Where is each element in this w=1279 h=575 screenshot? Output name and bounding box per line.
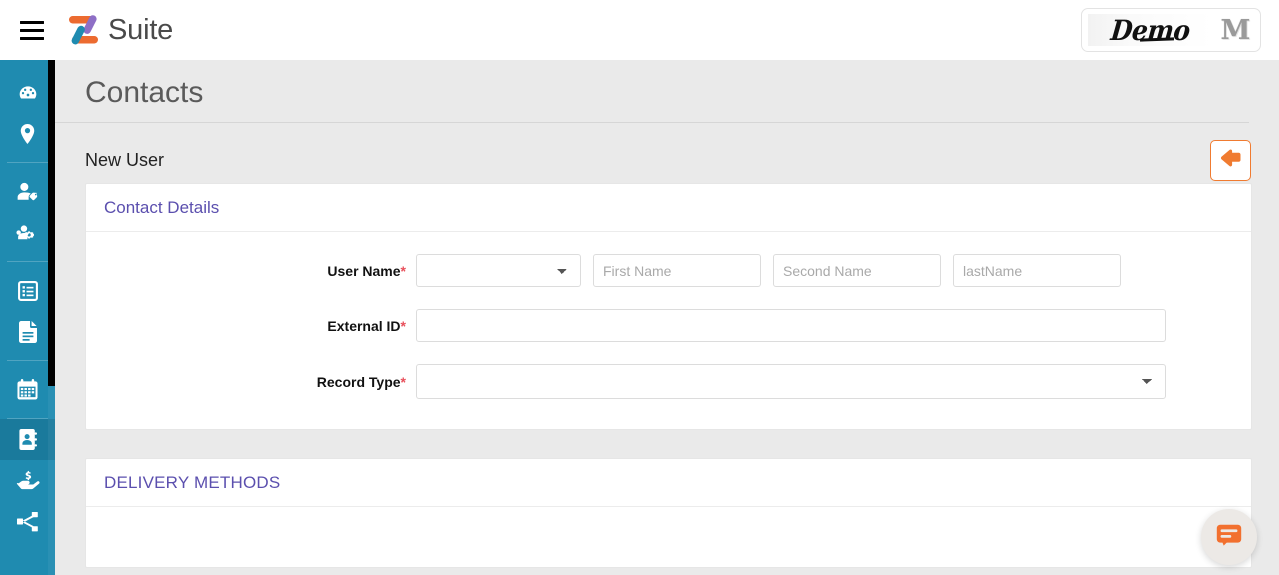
brand-name: Suite [108,13,174,46]
address-book-icon [18,429,37,450]
sidebar-item-documents[interactable] [0,311,55,352]
required-asterisk: * [400,262,406,279]
sidebar-item-dashboard[interactable] [0,72,55,113]
tenant-switcher[interactable]: Demo M [1081,8,1261,52]
record-type-select[interactable] [416,364,1166,399]
sidebar-scrollbar-thumb[interactable] [48,60,55,386]
sidebar-item-billing[interactable] [0,460,55,501]
delivery-methods-heading: DELIVERY METHODS [104,473,281,492]
tenant-logo: Demo [1088,14,1212,46]
file-document-icon [18,320,37,343]
sidebar-item-workflows[interactable] [0,501,55,542]
last-name-input[interactable] [953,254,1121,287]
sidebar-scrollbar[interactable] [48,60,55,575]
contact-details-card-body: User Name* External ID* Record Type* [86,232,1251,429]
z-logo-icon [68,14,102,46]
calendar-icon [17,379,38,400]
page-subtitle: New User [85,149,165,170]
record-type-label: Record Type* [86,374,416,390]
required-asterisk: * [400,373,406,390]
subheader-row: New User [55,123,1279,183]
record-type-row: Record Type* [86,364,1251,399]
delivery-methods-card-body [86,507,1251,567]
contact-details-card-header: Contact Details [86,184,1251,232]
tenant-monogram-icon: M [1216,13,1254,47]
sidebar-item-user-groups[interactable] [0,212,55,253]
delivery-methods-card: DELIVERY METHODS [85,458,1252,568]
first-name-input[interactable] [593,254,761,287]
back-button[interactable] [1210,139,1251,181]
sidebar-item-calendar[interactable] [0,369,55,410]
sidebar-item-lists[interactable] [0,270,55,311]
contact-details-card: Contact Details User Name* External ID* … [85,183,1252,430]
chat-button[interactable] [1201,509,1257,565]
external-id-label: External ID* [86,318,416,334]
chat-bubble-icon [1216,524,1242,551]
user-name-label: User Name* [86,263,416,279]
user-name-row: User Name* [86,254,1251,287]
brand-link[interactable]: Suite [68,14,173,47]
external-id-input[interactable] [416,309,1166,342]
sitemap-share-icon [16,511,39,532]
list-alt-icon [17,280,38,301]
page-header: Contacts [55,60,1279,108]
main-content: Contacts New User Contact Details User N… [55,60,1279,575]
record-type-label-text: Record Type [316,373,401,390]
salutation-select[interactable] [416,254,581,287]
hamburger-icon[interactable] [20,20,44,40]
external-id-label-text: External ID [327,317,401,334]
required-asterisk: * [400,317,406,334]
user-tag-icon [17,182,39,201]
tenant-monogram-letter: M [1220,14,1251,46]
hand-holding-dollar-icon [16,470,40,491]
sidebar-item-contacts[interactable] [0,419,55,460]
user-name-label-text: User Name [327,262,401,279]
hamburger-bar [20,20,44,24]
users-cog-icon [16,224,39,242]
delivery-methods-card-header: DELIVERY METHODS [86,459,1251,507]
page-title: Contacts [85,76,204,109]
sidebar-item-locations[interactable] [0,113,55,154]
sidebar-item-users[interactable] [0,171,55,212]
contact-details-heading: Contact Details [104,198,220,217]
hamburger-bar [20,36,44,40]
external-id-row: External ID* [86,309,1251,342]
second-name-input[interactable] [773,254,941,287]
location-pin-icon [20,123,35,144]
dashboard-speedometer-icon [18,83,38,103]
hamburger-bar [20,28,44,32]
top-bar: Suite Demo M [0,0,1279,60]
sidebar [0,60,55,575]
arrow-left-icon [1220,149,1241,172]
